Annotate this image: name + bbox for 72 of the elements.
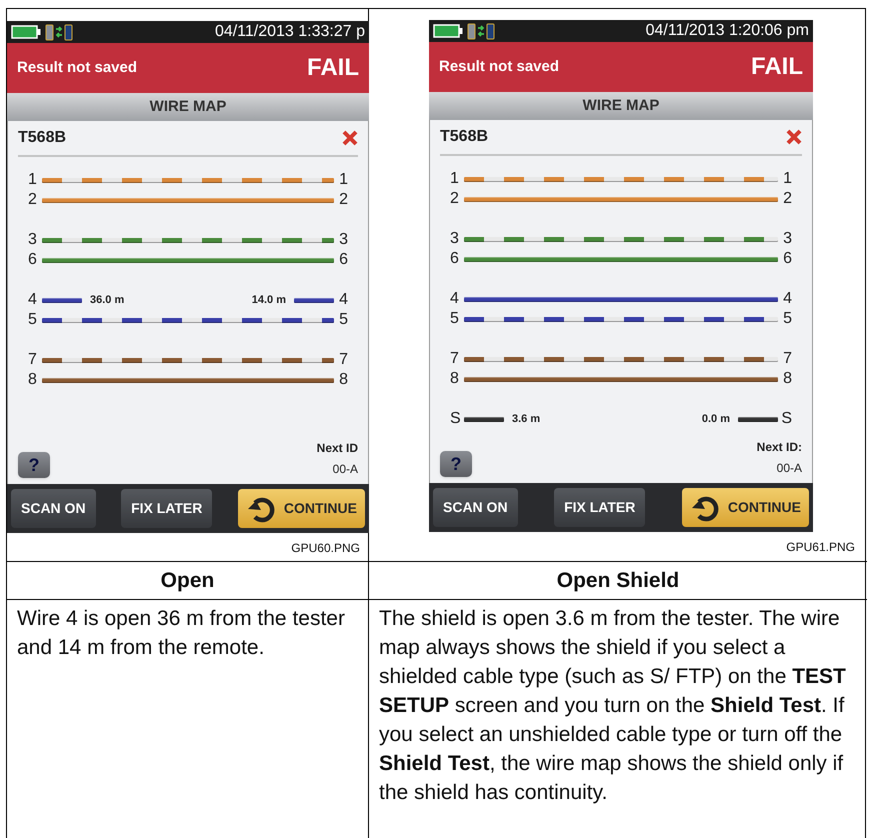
pin-label: 3 (450, 229, 460, 249)
description-text: Wire 4 is open 36 m from the tester and 14 m from the remote. (17, 606, 346, 661)
pin-label: 6 (450, 249, 460, 269)
screen-title: WIRE MAP (429, 92, 813, 120)
pin-label: 6 (28, 250, 38, 270)
tester-link-icon (467, 22, 495, 40)
pin-label: S (780, 409, 792, 429)
pin-label: 8 (782, 369, 792, 389)
file-caption: GPU61.PNG (786, 539, 855, 556)
pin-label: 3 (338, 230, 348, 250)
pin-label: 1 (782, 169, 792, 189)
continue-button[interactable]: CONTINUE (238, 489, 365, 528)
pin-label: 5 (450, 309, 460, 329)
pin-label: 8 (450, 369, 460, 389)
length-reading: 14.0 m (252, 292, 286, 308)
file-caption: GPU60.PNG (291, 540, 360, 557)
pin-label: 1 (450, 169, 460, 189)
screen-button[interactable]: FIX LATER (121, 489, 212, 528)
pin-label: 3 (28, 230, 38, 250)
pin-label: 6 (782, 249, 792, 269)
help-button[interactable]: ? (18, 452, 50, 478)
screen-button[interactable]: FIX LATER (554, 488, 646, 527)
pin-label: 6 (338, 250, 348, 270)
pin-label: 4 (782, 289, 792, 309)
result-status: FAIL (751, 52, 803, 82)
wiring-standard: T568B (18, 128, 66, 148)
wiring-standard: T568B (440, 127, 488, 147)
next-id-label: Next ID: (756, 439, 802, 456)
length-reading: 3.6 m (512, 412, 540, 427)
pin-label: 4 (28, 290, 38, 310)
help-button[interactable]: ? (440, 451, 472, 477)
pin-label: 7 (28, 350, 38, 370)
pin-label: 2 (28, 190, 38, 210)
pin-label: 2 (782, 189, 792, 209)
pin-label: S (450, 409, 462, 429)
result-note: Result not saved (439, 56, 560, 77)
result-status: FAIL (307, 53, 359, 83)
result-note: Result not saved (17, 58, 138, 78)
status-time: 04/11/2013 1:33:27 p (214, 22, 365, 42)
continue-button[interactable]: CONTINUE (682, 488, 809, 527)
pin-label: 2 (338, 190, 348, 210)
status-time: 04/11/2013 1:20:06 pm (646, 21, 809, 41)
pin-label: 1 (28, 170, 38, 190)
pin-label: 4 (338, 290, 348, 310)
column-heading: Open Shield (556, 568, 680, 594)
pin-label: 7 (338, 350, 348, 370)
pin-label: 5 (782, 309, 792, 329)
next-id-value: 00-A (332, 461, 358, 478)
screen-button[interactable]: SCAN ON (11, 489, 96, 528)
pin-label: 8 (338, 370, 348, 390)
tester-link-icon (45, 23, 73, 41)
column-heading: Open (160, 568, 214, 594)
pin-label: 7 (450, 349, 460, 369)
screen-title: WIRE MAP (7, 93, 369, 121)
battery-icon (11, 25, 41, 39)
pin-label: 4 (450, 289, 460, 309)
length-reading: 0.0 m (702, 412, 730, 427)
next-id-label: Next ID (316, 440, 358, 457)
description-text: The shield is open 3.6 m from the tester. The wire map always shows the shield if you select a shielded cable type (such as S/ FTP) on the TEST SETUP screen and you turn on the Shield Test. If you select an unshielded cable type or turn off the Shield Test, the wire map shows the shield only if the shield has continuity. (379, 606, 847, 806)
pin-label: 1 (338, 170, 348, 190)
pin-label: 7 (782, 349, 792, 369)
screen-button[interactable]: SCAN ON (433, 488, 518, 527)
pin-label: 5 (28, 310, 38, 330)
fail-x-icon (786, 129, 802, 145)
pin-label: 2 (450, 189, 460, 209)
next-id-value: 00-A (776, 460, 802, 477)
pin-label: 8 (28, 370, 38, 390)
pin-label: 5 (338, 310, 348, 330)
fail-x-icon (342, 130, 358, 146)
battery-icon (433, 24, 463, 38)
pin-label: 3 (782, 229, 792, 249)
length-reading: 36.0 m (90, 292, 124, 308)
